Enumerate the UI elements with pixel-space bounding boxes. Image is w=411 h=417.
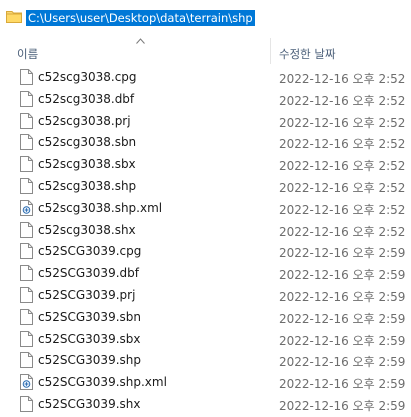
document-icon (20, 308, 33, 325)
document-icon (20, 243, 33, 260)
file-name: c52SCG3039.dbf (38, 266, 139, 281)
file-name: c52scg3038.shp.xml (38, 200, 163, 215)
file-name: c52SCG3039.cpg (38, 244, 142, 259)
file-date-modified: 2022-12-16 오후 2:59 (279, 399, 406, 413)
file-date-modified: 2022-12-16 오후 2:52 (279, 181, 406, 195)
document-icon (20, 90, 33, 107)
file-row[interactable]: c52SCG3039.shp 2022-12-16 오후 2:59 (0, 350, 411, 371)
file-date-modified: 2022-12-16 오후 2:52 (279, 137, 406, 152)
address-path-input[interactable]: C:\Users\user\Desktop\data\terrain\shp (26, 10, 255, 26)
document-icon (20, 396, 33, 412)
document-icon (20, 134, 33, 151)
document-icon (20, 287, 33, 303)
file-row[interactable]: c52SCG3039.sbx 2022-12-16 오후 2:59 (0, 329, 411, 350)
document-icon (20, 69, 33, 85)
file-date-modified: 2022-12-16 오후 2:59 (279, 290, 406, 304)
document-icon (20, 330, 33, 347)
document-icon (20, 352, 33, 369)
xml-document-icon (20, 374, 33, 391)
file-row[interactable]: c52scg3038.sbn 2022-12-16 오후 2:52 (0, 132, 411, 153)
file-row[interactable]: c52scg3038.shp.xml 2022-12-16 오후 2:52 (0, 198, 411, 219)
file-name: c52SCG3039.shp.xml (38, 375, 167, 390)
file-row[interactable]: c52scg3038.shx 2022-12-16 오후 2:52 (0, 220, 411, 241)
file-row[interactable]: c52scg3038.shp 2022-12-16 오후 2:52 (0, 176, 411, 197)
file-row[interactable]: c52SCG3039.shp.xml 2022-12-16 오후 2:59 (0, 372, 411, 393)
file-date-modified: 2022-12-16 오후 2:52 (279, 159, 406, 174)
file-list: c52scg3038.cpg 2022-12-16 오후 2:52 c52scg30… (0, 67, 411, 417)
file-date-modified: 2022-12-16 오후 2:52 (279, 115, 406, 130)
file-row[interactable]: c52scg3038.dbf 2022-12-16 오후 2:52 (0, 89, 411, 110)
file-row[interactable]: c52SCG3039.cpg 2022-12-16 오후 2:59 (0, 241, 411, 262)
document-icon (20, 265, 33, 282)
document-icon (20, 178, 33, 194)
file-name: c52SCG3039.shx (38, 397, 141, 411)
folder-icon (6, 11, 22, 23)
xml-document-icon (20, 199, 33, 216)
column-header-name[interactable]: 이름 (0, 34, 270, 66)
file-date-modified: 2022-12-16 오후 2:59 (279, 246, 406, 261)
file-row[interactable]: c52scg3038.cpg 2022-12-16 오후 2:52 (0, 67, 411, 88)
file-date-modified: 2022-12-16 오후 2:59 (279, 268, 406, 283)
document-icon (20, 156, 33, 173)
file-name: c52scg3038.sbn (38, 135, 137, 150)
sort-ascending-icon (136, 38, 145, 44)
file-row[interactable]: c52SCG3039.shx 2022-12-16 오후 2:59 (0, 394, 411, 415)
file-name: c52scg3038.prj (38, 113, 131, 128)
file-name: c52SCG3039.prj (38, 288, 136, 302)
file-row[interactable]: c52SCG3039.dbf 2022-12-16 오후 2:59 (0, 263, 411, 284)
column-header-date-label: 수정한 날짜 (279, 47, 336, 61)
file-date-modified: 2022-12-16 오후 2:59 (279, 355, 406, 370)
file-name: c52scg3038.shx (38, 222, 136, 237)
column-header-row: 이름 수정한 날짜 (0, 34, 411, 66)
file-date-modified: 2022-12-16 오후 2:59 (279, 377, 406, 392)
file-name: c52SCG3039.sbn (38, 309, 141, 324)
column-header-name-label: 이름 (17, 47, 39, 61)
file-explorer-window: C:\Users\user\Desktop\data\terrain\shp 이… (0, 0, 411, 417)
file-date-modified: 2022-12-16 오후 2:52 (279, 224, 406, 239)
file-row[interactable]: c52scg3038.prj 2022-12-16 오후 2:52 (0, 111, 411, 132)
file-row[interactable]: c52SCG3039.sbn 2022-12-16 오후 2:59 (0, 307, 411, 328)
file-date-modified: 2022-12-16 오후 2:52 (279, 202, 406, 217)
file-date-modified: 2022-12-16 오후 2:59 (279, 333, 406, 348)
file-name: c52scg3038.dbf (38, 91, 135, 106)
address-bar[interactable]: C:\Users\user\Desktop\data\terrain\shp (0, 0, 411, 35)
file-date-modified: 2022-12-16 오후 2:59 (279, 311, 406, 326)
column-header-date-modified[interactable]: 수정한 날짜 (271, 34, 411, 66)
file-row[interactable]: c52scg3038.sbx 2022-12-16 오후 2:52 (0, 154, 411, 175)
file-name: c52scg3038.sbx (38, 157, 136, 172)
document-icon (20, 112, 33, 129)
file-name: c52scg3038.cpg (38, 70, 137, 84)
document-icon (20, 221, 33, 238)
file-name: c52scg3038.shp (38, 179, 137, 193)
file-name: c52SCG3039.sbx (38, 331, 141, 346)
file-row[interactable]: c52SCG3039.prj 2022-12-16 오후 2:59 (0, 285, 411, 306)
file-name: c52SCG3039.shp (38, 353, 141, 368)
file-date-modified: 2022-12-16 오후 2:52 (279, 72, 406, 86)
file-date-modified: 2022-12-16 오후 2:52 (279, 93, 406, 108)
